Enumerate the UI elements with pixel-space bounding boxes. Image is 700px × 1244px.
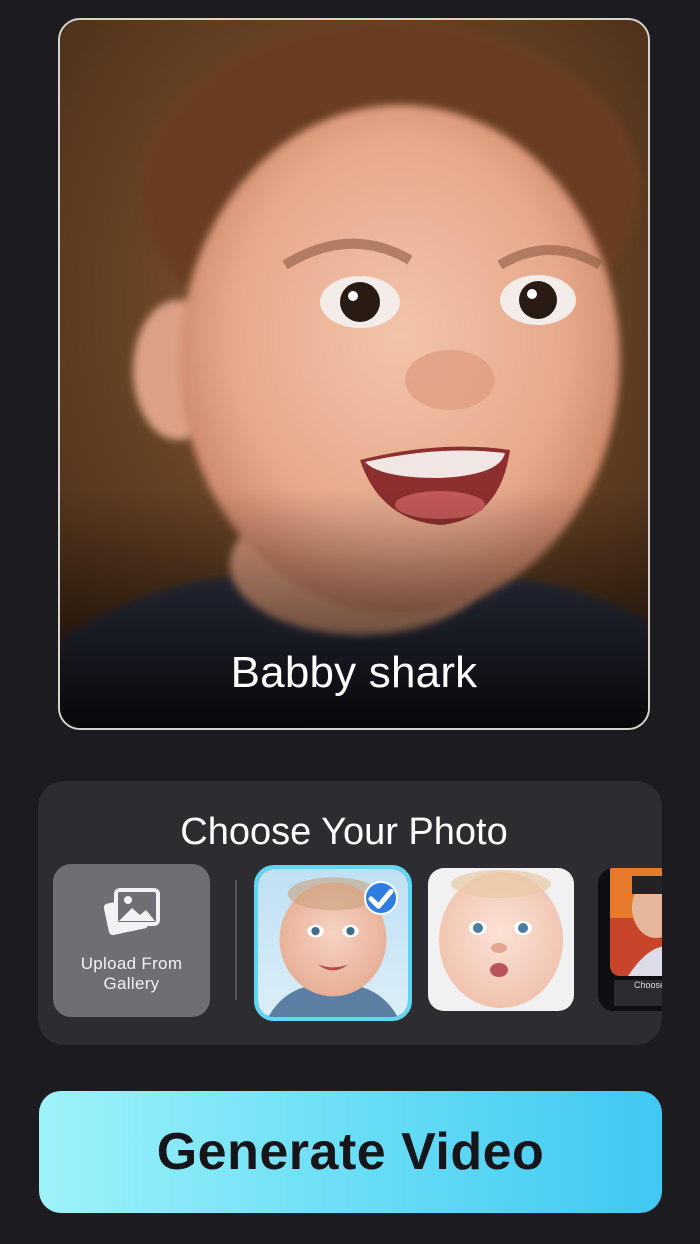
baby-photo-2	[428, 868, 574, 1011]
preview-caption: Babby shark	[230, 648, 478, 697]
photo-thumb-3[interactable]: Choose	[598, 868, 662, 1011]
check-icon	[364, 881, 398, 915]
upload-label: Upload From Gallery	[80, 954, 183, 993]
choose-photo-title: Choose Your Photo	[180, 811, 508, 853]
app-screen: Babby shark Choose Your Photo Upload Fro…	[0, 0, 700, 1244]
divider	[235, 880, 237, 1000]
gallery-icon	[103, 888, 160, 936]
thumb-3-caption: Choose	[634, 980, 662, 990]
photo-thumb-selected[interactable]	[254, 865, 412, 1021]
upload-from-gallery-button[interactable]: Upload From Gallery	[53, 864, 210, 1017]
generate-video-button[interactable]: Generate Video	[39, 1091, 662, 1213]
photo-thumb-2[interactable]	[428, 868, 574, 1011]
choose-photo-panel: Choose Your Photo Upload From Gallery Ch…	[38, 781, 662, 1045]
video-preview-card[interactable]: Babby shark	[58, 18, 650, 730]
generate-video-label: Generate Video	[156, 1123, 545, 1181]
